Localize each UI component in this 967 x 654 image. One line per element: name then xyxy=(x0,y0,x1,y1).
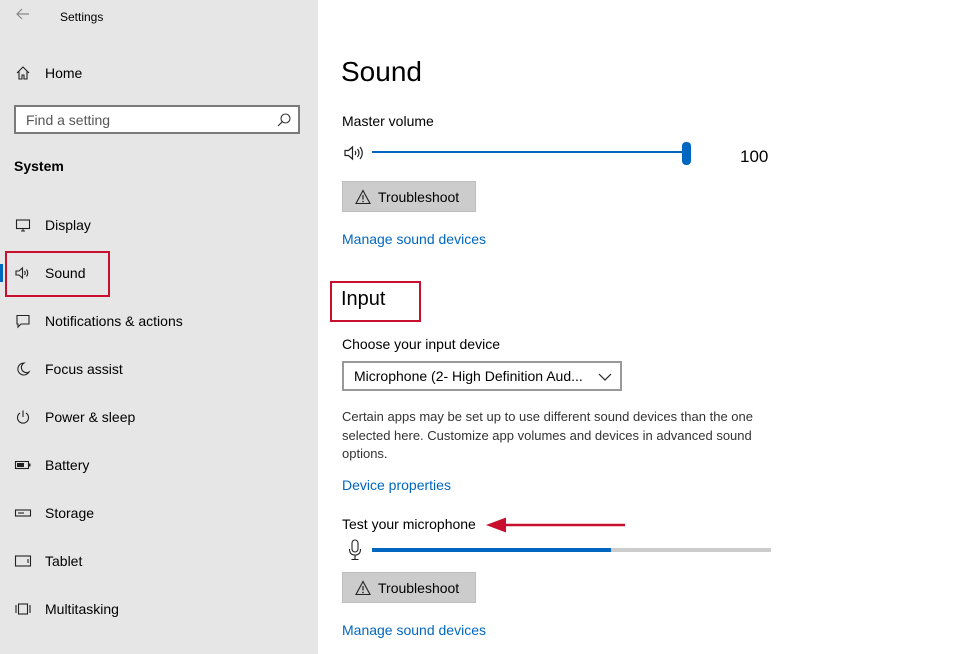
selected-device: Microphone (2- High Definition Aud... xyxy=(354,368,583,384)
sidebar-item-label: Battery xyxy=(45,457,90,473)
troubleshoot-output-button[interactable]: Troubleshoot xyxy=(342,181,476,212)
sidebar-item-label: Home xyxy=(45,65,83,81)
power-icon xyxy=(14,408,32,426)
sidebar-item-storage[interactable]: Storage xyxy=(0,495,318,531)
warning-icon xyxy=(355,579,371,596)
sidebar-item-power-sleep[interactable]: Power & sleep xyxy=(0,399,318,435)
section-heading: System xyxy=(14,158,64,174)
sound-highlight-box xyxy=(5,251,110,297)
title-bar: Settings xyxy=(0,0,318,34)
page-title: Sound xyxy=(341,56,422,87)
master-volume-slider[interactable] xyxy=(372,151,687,153)
sidebar-item-notifications[interactable]: Notifications & actions xyxy=(0,303,318,339)
storage-icon xyxy=(14,504,32,522)
moon-icon xyxy=(14,360,32,378)
notification-icon xyxy=(14,312,32,330)
microphone-level-fill xyxy=(372,548,611,552)
sidebar-item-battery[interactable]: Battery xyxy=(0,447,318,483)
volume-value: 100 xyxy=(740,147,769,166)
chevron-down-icon xyxy=(598,370,612,382)
master-volume-label: Master volume xyxy=(342,113,434,129)
sidebar-item-label: Power & sleep xyxy=(45,409,136,425)
microphone-icon xyxy=(348,539,362,561)
speaker-icon[interactable] xyxy=(343,144,367,162)
test-microphone-label: Test your microphone xyxy=(342,516,476,532)
tablet-icon xyxy=(14,552,32,570)
sidebar: Settings Home System Display Sound Notif… xyxy=(0,0,318,654)
button-label: Troubleshoot xyxy=(378,188,460,205)
sidebar-item-home[interactable]: Home xyxy=(0,55,318,91)
monitor-icon xyxy=(14,216,32,234)
volume-slider-thumb[interactable] xyxy=(682,142,691,165)
sidebar-item-label: Storage xyxy=(45,505,95,521)
sidebar-item-display[interactable]: Display xyxy=(0,207,318,243)
sidebar-item-label: Tablet xyxy=(45,553,83,569)
button-label: Troubleshoot xyxy=(378,579,460,596)
input-device-dropdown[interactable]: Microphone (2- High Definition Aud... xyxy=(342,361,622,391)
back-arrow-icon[interactable] xyxy=(12,6,34,26)
home-icon xyxy=(14,64,32,82)
sidebar-item-label: Notifications & actions xyxy=(45,313,183,329)
troubleshoot-input-button[interactable]: Troubleshoot xyxy=(342,572,476,603)
sidebar-item-focus-assist[interactable]: Focus assist xyxy=(0,351,318,387)
manage-sound-devices-link[interactable]: Manage sound devices xyxy=(342,231,486,247)
sidebar-item-label: Display xyxy=(45,217,91,233)
sidebar-item-tablet[interactable]: Tablet xyxy=(0,543,318,579)
app-title: Settings xyxy=(60,10,104,24)
choose-input-label: Choose your input device xyxy=(342,336,500,352)
sidebar-item-multitasking[interactable]: Multitasking xyxy=(0,591,318,627)
main-content: Sound Master volume 100 Troubleshoot Man… xyxy=(318,0,967,654)
manage-sound-devices-link[interactable]: Manage sound devices xyxy=(342,622,486,638)
multitasking-icon xyxy=(14,600,32,618)
warning-icon xyxy=(355,188,371,205)
selection-indicator xyxy=(0,264,3,282)
sidebar-item-label: Focus assist xyxy=(45,361,123,377)
red-arrow-annotation xyxy=(484,516,626,534)
search-input[interactable] xyxy=(16,107,272,132)
search-icon[interactable] xyxy=(276,112,292,128)
input-description: Certain apps may be set up to use differ… xyxy=(342,409,753,461)
sidebar-item-label: Multitasking xyxy=(45,601,119,617)
input-heading: Input xyxy=(341,288,386,310)
device-properties-link[interactable]: Device properties xyxy=(342,477,451,493)
battery-icon xyxy=(14,456,32,474)
search-box[interactable] xyxy=(14,105,300,134)
